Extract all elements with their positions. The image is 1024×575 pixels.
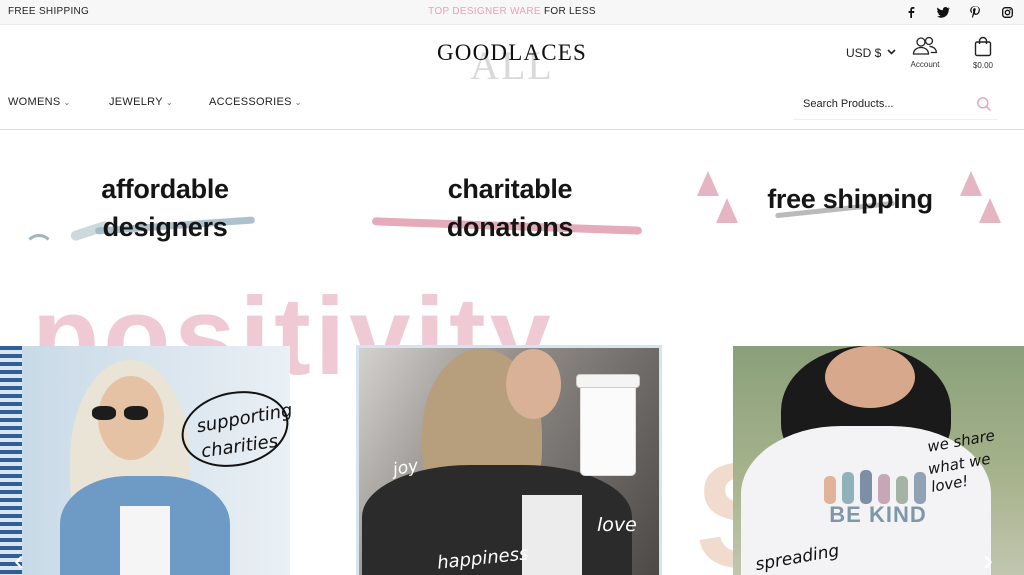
photo-face bbox=[825, 346, 915, 408]
nav-item-womens[interactable]: WOMENS ⌄ bbox=[8, 96, 71, 108]
nav-item-label: JEWELRY bbox=[109, 96, 163, 108]
feature-line: donations bbox=[446, 212, 574, 242]
tshirt-graphic: BE KIND bbox=[818, 468, 938, 528]
nav-item-label: ACCESSORIES bbox=[209, 96, 292, 108]
cart-link[interactable]: $0.00 bbox=[965, 36, 1001, 70]
social-links bbox=[904, 5, 1014, 19]
decorative-triangle bbox=[979, 198, 1001, 223]
feature-affordable-designers: affordable designers bbox=[40, 170, 290, 246]
feature-line: designers bbox=[102, 212, 228, 242]
chevron-down-icon: ⌄ bbox=[165, 98, 173, 107]
feature-line: affordable bbox=[101, 174, 229, 204]
search-bar bbox=[793, 92, 998, 120]
photo-face bbox=[506, 349, 561, 419]
chevron-down-icon bbox=[887, 47, 896, 58]
pinterest-icon[interactable] bbox=[968, 5, 982, 19]
twitter-icon[interactable] bbox=[936, 5, 950, 19]
feature-charitable-donations: charitable donations bbox=[385, 170, 635, 246]
photo-shirt bbox=[120, 506, 170, 575]
photo-shirt bbox=[522, 495, 582, 575]
promo-tagline: TOP DESIGNER WARE FOR LESS bbox=[0, 6, 1024, 17]
coffee-cup-lid bbox=[577, 375, 639, 387]
search-input[interactable] bbox=[793, 92, 963, 116]
cart-total: $0.00 bbox=[972, 61, 994, 70]
chevron-down-icon: ⌄ bbox=[294, 98, 302, 107]
carousel-next-arrow[interactable]: › bbox=[983, 546, 993, 575]
instagram-icon[interactable] bbox=[1000, 5, 1014, 19]
chevron-down-icon: ⌄ bbox=[63, 98, 71, 107]
coffee-cup bbox=[581, 381, 635, 475]
search-icon[interactable] bbox=[976, 96, 992, 117]
promo-tagline-rest: FOR LESS bbox=[540, 6, 596, 17]
feature-free-shipping: free shipping bbox=[735, 180, 965, 218]
header-divider bbox=[0, 129, 1024, 130]
promo-tagline-highlight: TOP DESIGNER WARE bbox=[428, 6, 541, 17]
feature-line: free shipping bbox=[767, 184, 933, 214]
account-link[interactable]: Account bbox=[905, 36, 945, 69]
tshirt-text: BE KIND bbox=[829, 502, 927, 527]
account-label: Account bbox=[910, 60, 940, 69]
nav-item-label: WOMENS bbox=[8, 96, 61, 108]
feature-line: charitable bbox=[447, 174, 573, 204]
account-icon bbox=[912, 36, 937, 55]
nav-item-jewelry[interactable]: JEWELRY ⌄ bbox=[109, 96, 173, 108]
promo-bar: FREE SHIPPING TOP DESIGNER WARE FOR LESS bbox=[0, 0, 1024, 25]
currency-selector[interactable]: USD $ bbox=[846, 46, 896, 60]
carousel-prev-arrow[interactable]: ‹ bbox=[14, 546, 24, 575]
shopping-bag-icon bbox=[974, 36, 992, 57]
sunglasses-icon bbox=[92, 406, 116, 420]
currency-value: USD $ bbox=[846, 46, 882, 60]
facebook-icon[interactable] bbox=[904, 5, 918, 19]
nav-item-accessories[interactable]: ACCESSORIES ⌄ bbox=[209, 96, 302, 108]
caption-love: love bbox=[597, 514, 637, 536]
decorative-triangle bbox=[697, 171, 719, 196]
decorative-stripes bbox=[0, 346, 22, 575]
sunglasses-icon bbox=[124, 406, 148, 420]
